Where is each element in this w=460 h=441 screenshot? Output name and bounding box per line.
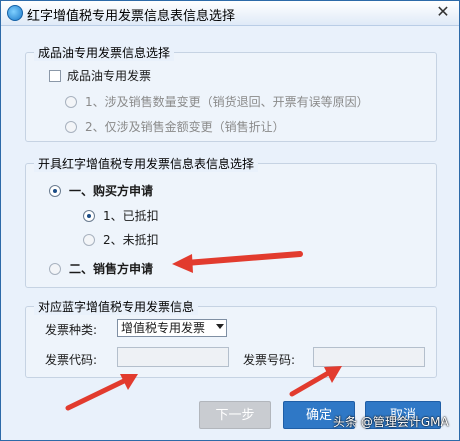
watermark: 头条 @管理会计GMA	[333, 415, 449, 429]
arrow-seller-apply	[183, 251, 303, 266]
arrow-seller-apply-head	[172, 254, 193, 273]
arrow-invoice-number	[289, 369, 333, 397]
arrow-invoice-code	[65, 377, 129, 411]
annotation-arrows	[65, 251, 342, 411]
